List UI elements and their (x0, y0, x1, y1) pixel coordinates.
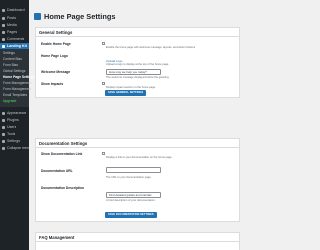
documentation-description-label: Documentation Description (41, 186, 85, 190)
dashboard-icon (2, 8, 5, 12)
enable-home-page-desc: Enable the home page with welcome messag… (106, 46, 196, 49)
sidebar-item-label: Collapse menu (7, 146, 29, 150)
submenu-item[interactable]: Email Templates (3, 93, 27, 98)
show-documentation-link-checkbox[interactable] (102, 152, 105, 155)
sidebar-item-label: Appearance (7, 111, 27, 115)
welcome-message-label: Welcome Message (41, 70, 71, 74)
faq-management-card: FAQ Management (35, 232, 240, 250)
page-icon (2, 30, 5, 34)
submenu-item-upgrade[interactable]: Upgrade (3, 99, 16, 104)
collapse-icon (2, 146, 5, 150)
documentation-url-label: Documentation URL (41, 169, 73, 173)
sidebar-item-posts[interactable]: Posts (0, 15, 29, 21)
welcome-message-desc: The welcome message displayed below the … (106, 76, 170, 79)
submenu-item[interactable]: Form Bias (3, 63, 18, 68)
general-settings-card: General Settings Enable Home Page Enable… (35, 27, 240, 98)
sidebar-item-plugins[interactable]: Plugins (0, 117, 29, 123)
plugin-icon (2, 118, 5, 122)
sidebar-item-label: Media (7, 23, 17, 27)
page-title: Home Page Settings (44, 11, 116, 21)
sidebar-item-label: Posts (7, 16, 16, 20)
submenu-item-current[interactable]: Home Page Settings (3, 75, 35, 80)
sidebar-item-comments[interactable]: Comments (0, 36, 29, 42)
sidebar-item-settings[interactable]: Settings (0, 138, 29, 144)
home-page-logo-label: Home Page Logo (41, 54, 68, 58)
pin-icon (2, 16, 5, 20)
comment-icon (2, 37, 5, 41)
sidebar-item-label: Settings (7, 139, 20, 143)
media-icon (2, 23, 5, 27)
submenu-item[interactable]: Settings (3, 51, 15, 56)
show-impacts-checkbox[interactable] (102, 82, 105, 85)
sidebar-item-media[interactable]: Media (0, 22, 29, 28)
card-title: General Settings (39, 30, 73, 35)
page-header: Home Page Settings (34, 10, 115, 22)
sidebar-item-label: Users (7, 125, 17, 129)
users-icon (2, 125, 5, 129)
show-impacts-desc: Display impact section on the home page. (106, 86, 156, 89)
brush-icon (2, 111, 5, 115)
show-documentation-link-label: Show Documentation Link (41, 152, 83, 156)
documentation-description-input[interactable]: Find detailed guides and tutorials (106, 192, 161, 198)
welcome-message-input[interactable]: How may we help you today? (106, 69, 161, 75)
sidebar-item-tools[interactable]: Tools (0, 131, 29, 137)
enable-home-page-label: Enable Home Page (41, 42, 71, 46)
card-title: Documentation Settings (39, 141, 88, 146)
sidebar-item-appearance[interactable]: Appearance (0, 110, 29, 116)
divider (36, 36, 239, 37)
admin-sidebar: Dashboard Posts Media Pages Comments Lan… (0, 0, 35, 250)
documentation-settings-card: Documentation Settings Show Documentatio… (35, 138, 240, 222)
submenu-item[interactable]: Form Management (3, 87, 31, 92)
show-documentation-link-desc: Display a link to your documentation on … (106, 156, 173, 159)
wrench-icon (2, 132, 5, 136)
collapse-menu-button[interactable]: Collapse menu (0, 145, 29, 151)
sidebar-item-users[interactable]: Users (0, 124, 29, 130)
enable-home-page-checkbox[interactable] (102, 42, 105, 45)
sidebar-item-label: Dashboard (7, 8, 25, 12)
save-documentation-settings-button[interactable]: SAVE DOCUMENTATION SETTINGS (105, 212, 157, 218)
sidebar-submenu: Settings Content Bias Form Bias Global S… (0, 49, 35, 107)
divider (36, 147, 239, 148)
settings-icon (2, 139, 5, 143)
submenu-item[interactable]: Form Management (3, 81, 31, 86)
submenu-item[interactable]: Global Settings (3, 69, 25, 74)
sidebar-item-label: Tools (7, 132, 16, 136)
documentation-url-desc: The URL to your documentation page. (106, 176, 152, 179)
submenu-item[interactable]: Content Bias (3, 57, 22, 62)
sidebar-item-pages[interactable]: Pages (0, 29, 29, 35)
divider (36, 241, 239, 242)
show-impacts-label: Show Impacts (41, 82, 64, 86)
plugin-menu-icon (2, 44, 5, 48)
sidebar-item-label: Plugins (7, 118, 19, 122)
sidebar-item-label: Pages (7, 30, 18, 34)
save-general-settings-button[interactable]: SAVE GENERAL SETTINGS (105, 90, 147, 96)
documentation-description-desc: A brief description of your documentatio… (106, 199, 156, 202)
documentation-url-input[interactable] (106, 167, 161, 173)
home-page-logo-desc: Upload a logo to display at the top of t… (106, 63, 170, 66)
card-title: FAQ Management (39, 235, 75, 240)
home-settings-icon (34, 12, 41, 20)
sidebar-item-label: Comments (7, 37, 25, 41)
sidebar-item-dashboard[interactable]: Dashboard (0, 7, 29, 13)
